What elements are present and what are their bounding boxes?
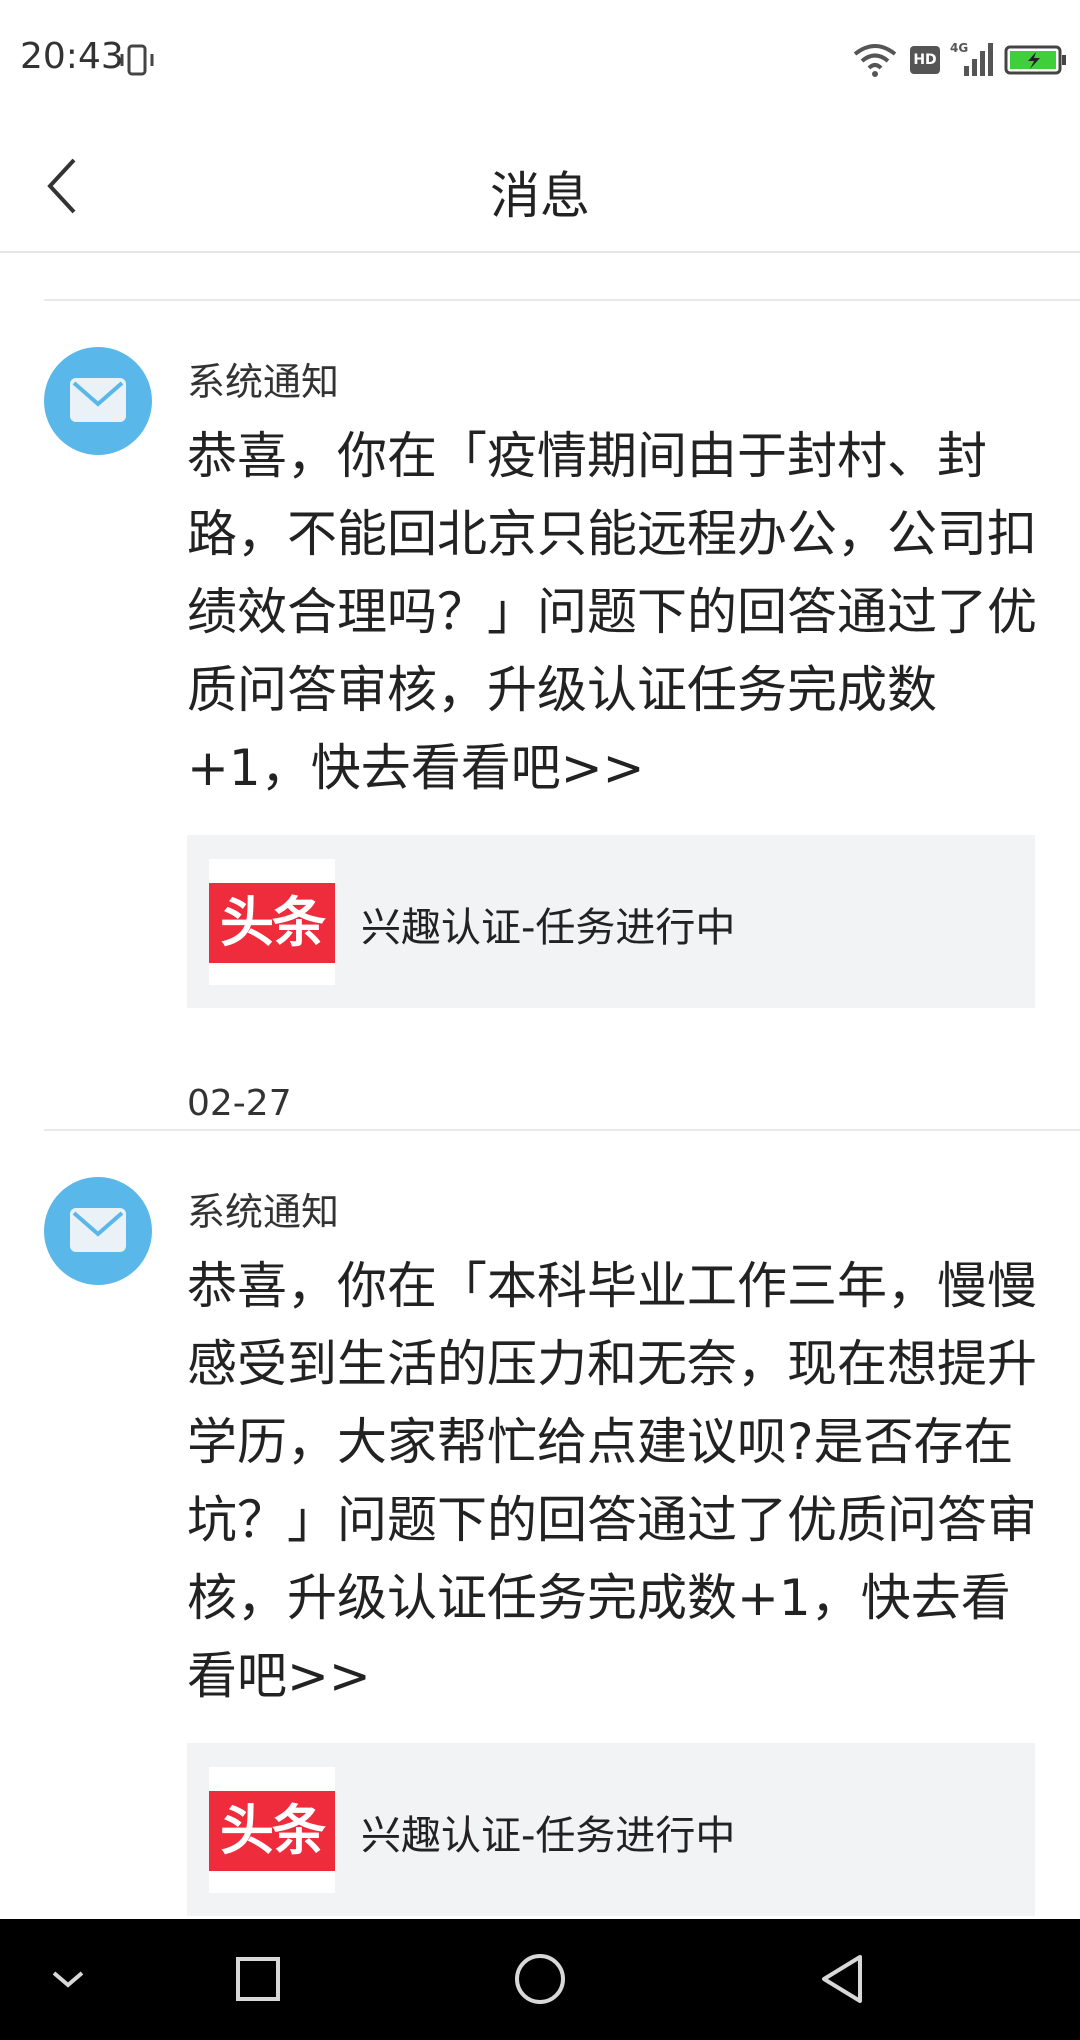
- message-date: 02-27: [187, 1083, 292, 1124]
- square-icon[interactable]: [228, 1949, 288, 2009]
- list-item[interactable]: 系统通知 恭喜，你在「疫情期间由于封村、封路，不能回北京只能远程办公，公司扣绩效…: [0, 301, 1080, 1124]
- list-item[interactable]: 系统通知 恭喜，你在「本科毕业工作三年，慢慢感受到生活的压力和无奈，现在想提升学…: [0, 1131, 1080, 1918]
- message-text: 恭喜，你在「本科毕业工作三年，慢慢感受到生活的压力和无奈，现在想提升学历，大家帮…: [187, 1257, 1037, 1705]
- page-title: 消息: [490, 167, 590, 225]
- message-text: 恭喜，你在「疫情期间由于封村、封路，不能回北京只能远程办公，公司扣绩效合理吗？」…: [187, 427, 1037, 797]
- navigation-bar: [0, 1919, 1080, 2040]
- message-list[interactable]: 系统通知 恭喜，你在「疫情期间由于封村、封路，不能回北京只能远程办公，公司扣绩效…: [0, 253, 1080, 1918]
- status-bar: 20:43 HD 4G: [0, 0, 1080, 118]
- task-card[interactable]: 头条 兴趣认证-任务进行中: [187, 1743, 1035, 1916]
- signal-4g-icon: 4G: [950, 41, 993, 76]
- status-time: 20:43: [20, 36, 124, 77]
- toutiao-logo: 头条: [209, 883, 335, 963]
- hd-icon: HD: [910, 46, 940, 74]
- header: 消息: [0, 118, 1080, 253]
- sender-name: 系统通知: [187, 360, 340, 404]
- card-thumbnail: 头条: [209, 859, 335, 985]
- card-title: 兴趣认证-任务进行中: [361, 1813, 736, 1859]
- vibrate-icon: [120, 44, 154, 76]
- toutiao-logo: 头条: [209, 1791, 335, 1871]
- battery-charging-icon: [1004, 45, 1066, 75]
- mail-icon: [70, 378, 126, 422]
- circle-home-icon[interactable]: [510, 1949, 570, 2009]
- avatar: [44, 347, 152, 455]
- triangle-back-icon[interactable]: [812, 1949, 872, 2009]
- sender-name: 系统通知: [187, 1190, 340, 1234]
- task-card[interactable]: 头条 兴趣认证-任务进行中: [187, 835, 1035, 1008]
- network-type-label: 4G: [950, 41, 968, 55]
- card-thumbnail: 头条: [209, 1767, 335, 1893]
- chevron-down-icon[interactable]: [38, 1949, 98, 2009]
- avatar: [44, 1177, 152, 1285]
- card-title: 兴趣认证-任务进行中: [361, 905, 736, 951]
- wifi-icon: [853, 44, 897, 77]
- mail-icon: [70, 1208, 126, 1252]
